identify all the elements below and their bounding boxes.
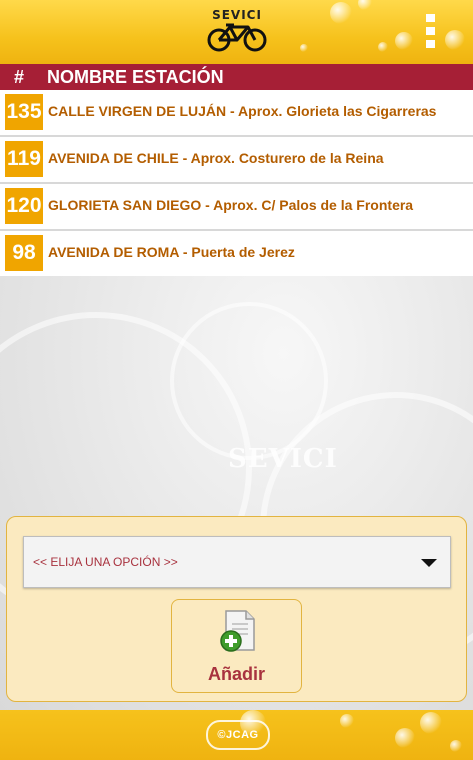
station-number: 119 bbox=[5, 141, 43, 177]
add-button-label: Añadir bbox=[207, 664, 265, 684]
station-row[interactable]: 119 AVENIDA DE CHILE - Aprox. Costurero … bbox=[0, 137, 473, 184]
background-sevici-watermark: SEVICI bbox=[228, 444, 338, 474]
add-document-icon bbox=[220, 610, 255, 652]
station-select[interactable]: << ELIJA UNA OPCIÓN >> bbox=[23, 536, 451, 588]
logo-text: SEVICI bbox=[212, 8, 262, 22]
station-row[interactable]: 135 CALLE VIRGEN DE LUJÁN - Aprox. Glori… bbox=[0, 90, 473, 137]
station-row[interactable]: 98 AVENIDA DE ROMA - Puerta de Jerez bbox=[0, 231, 473, 276]
station-name: CALLE VIRGEN DE LUJÁN - Aprox. Glorieta … bbox=[48, 103, 437, 119]
column-header-name: NOMBRE ESTACIÓN bbox=[47, 67, 224, 87]
dropdown-arrow-icon bbox=[421, 559, 437, 567]
station-number: 135 bbox=[5, 94, 43, 130]
copyright-badge: ©JCAG bbox=[206, 720, 270, 750]
table-header: # NOMBRE ESTACIÓN bbox=[0, 64, 473, 90]
overflow-menu-icon[interactable] bbox=[426, 14, 440, 50]
station-number: 120 bbox=[5, 188, 43, 224]
app-footer: ©JCAG bbox=[0, 710, 473, 760]
station-name: AVENIDA DE ROMA - Puerta de Jerez bbox=[48, 244, 295, 260]
select-value: << ELIJA UNA OPCIÓN >> bbox=[33, 555, 178, 569]
station-name: GLORIETA SAN DIEGO - Aprox. C/ Palos de … bbox=[48, 197, 414, 213]
sevici-logo: SEVICI bbox=[204, 8, 270, 57]
add-button[interactable]: Añadir bbox=[171, 599, 302, 693]
station-row[interactable]: 120 GLORIETA SAN DIEGO - Aprox. C/ Palos… bbox=[0, 184, 473, 231]
station-name: AVENIDA DE CHILE - Aprox. Costurero de l… bbox=[48, 150, 384, 166]
station-number: 98 bbox=[5, 235, 43, 271]
app-header: SEVICI bbox=[0, 0, 473, 64]
column-header-number: # bbox=[14, 67, 25, 87]
add-station-panel: << ELIJA UNA OPCIÓN >> Añadir bbox=[6, 516, 467, 702]
bicycle-icon bbox=[207, 23, 267, 52]
